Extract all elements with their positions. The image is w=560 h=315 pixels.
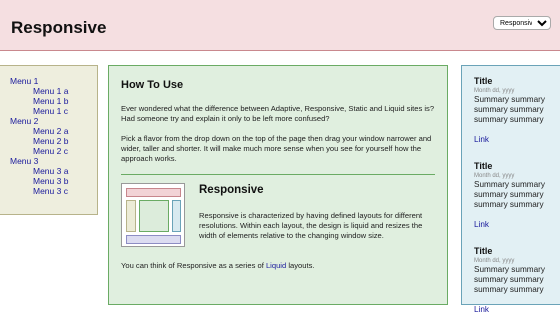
- aside-item: Title Month dd, yyyy Summary summary sum…: [474, 76, 560, 145]
- menu-subitem[interactable]: Menu 1 c: [10, 106, 97, 116]
- aside-item-summary: Summary summary summary summary summary …: [474, 95, 545, 124]
- aside-item-title: Title: [474, 246, 493, 256]
- site-title: Responsive: [11, 18, 107, 37]
- thumb-header-block: [126, 188, 181, 197]
- sidebar-menu: Menu 1 Menu 1 a Menu 1 b Menu 1 c Menu 2…: [0, 65, 98, 215]
- liquid-link[interactable]: Liquid: [266, 261, 286, 270]
- menu-subitem[interactable]: Menu 1 b: [10, 96, 97, 106]
- page-header: Responsive Responsive: [0, 0, 560, 51]
- menu-subitem[interactable]: Menu 3 a: [10, 166, 97, 176]
- feature-title: Responsive: [199, 184, 264, 196]
- menu-subitem[interactable]: Menu 2 b: [10, 136, 97, 146]
- thumb-footer-block: [126, 235, 181, 244]
- menu-subitem[interactable]: Menu 2 c: [10, 146, 97, 156]
- thumb-nav-block: [126, 200, 136, 232]
- aside-item: Title Month dd, yyyy Summary summary sum…: [474, 161, 560, 230]
- aside-item-link[interactable]: Link: [474, 135, 560, 145]
- aside-panel: Title Month dd, yyyy Summary summary sum…: [461, 65, 560, 314]
- feature-description: Responsive is characterized by having de…: [199, 211, 423, 240]
- menu-subitem[interactable]: Menu 1 a: [10, 86, 97, 96]
- aside-item-link[interactable]: Link: [474, 305, 560, 315]
- menu-item[interactable]: Menu 2: [10, 116, 97, 126]
- intro-paragraph: Ever wondered what the difference betwee…: [121, 104, 435, 123]
- aside-item-date: Month dd, yyyy: [474, 88, 515, 94]
- menu-subitem[interactable]: Menu 2 a: [10, 126, 97, 136]
- aside-item-title: Title: [474, 76, 493, 86]
- series-paragraph: You can think of Responsive as a series …: [121, 261, 435, 271]
- series-prefix: You can think of Responsive as a series …: [121, 261, 266, 270]
- divider: [121, 174, 435, 175]
- aside-item-link[interactable]: Link: [474, 220, 560, 230]
- aside-item-summary: Summary summary summary summary summary …: [474, 180, 545, 209]
- menu-item[interactable]: Menu 3: [10, 156, 97, 166]
- aside-item-date: Month dd, yyyy: [474, 173, 515, 179]
- layout-thumbnail: [121, 183, 185, 247]
- aside-item: Title Month dd, yyyy Summary summary sum…: [474, 246, 560, 315]
- thumb-aside-block: [172, 200, 181, 232]
- main-content: How To Use Ever wondered what the differ…: [108, 65, 448, 305]
- menu-subitem[interactable]: Menu 3 b: [10, 176, 97, 186]
- aside-item-summary: Summary summary summary summary summary …: [474, 265, 545, 294]
- aside-item-date: Month dd, yyyy: [474, 258, 515, 264]
- layout-select[interactable]: Responsive: [493, 16, 551, 30]
- main-heading: How To Use: [121, 79, 184, 91]
- thumb-main-block: [139, 200, 169, 232]
- series-suffix: layouts.: [286, 261, 315, 270]
- menu-subitem[interactable]: Menu 3 c: [10, 186, 97, 196]
- instructions-paragraph: Pick a flavor from the drop down on the …: [121, 134, 432, 163]
- aside-item-title: Title: [474, 161, 493, 171]
- menu-item[interactable]: Menu 1: [10, 76, 97, 86]
- feature-block: Responsive Responsive is characterized b…: [121, 183, 435, 253]
